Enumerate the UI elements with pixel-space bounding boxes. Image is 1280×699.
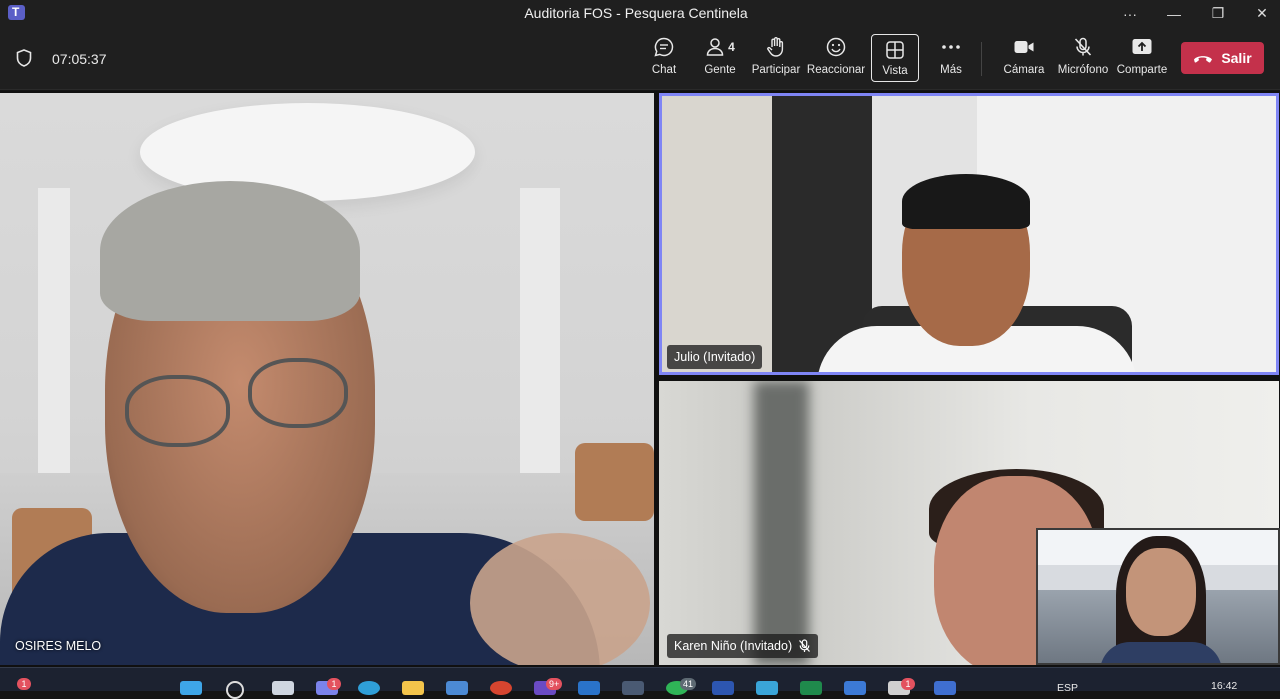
app-icon[interactable] xyxy=(712,681,734,695)
taskbar-badge: 1 xyxy=(327,678,341,690)
edge-icon[interactable] xyxy=(358,681,380,695)
task-view-icon[interactable] xyxy=(272,681,294,695)
camera-label: Cámara xyxy=(1003,64,1045,76)
chrome-icon[interactable] xyxy=(490,681,512,695)
restore-button[interactable]: ❐ xyxy=(1196,0,1240,27)
video-stage: OSIRES MELO Julio (Invitado) Karen Niño … xyxy=(0,91,1280,667)
participant-hair xyxy=(100,181,360,321)
meeting-toolbar: 07:05:37 Chat 4 Gente Participar Reaccio… xyxy=(0,27,1280,90)
chat-icon xyxy=(653,33,675,61)
people-button[interactable]: 4 Gente xyxy=(700,33,740,83)
leave-label: Salir xyxy=(1221,50,1252,66)
people-count: 4 xyxy=(728,40,735,54)
app-icon[interactable] xyxy=(844,681,866,695)
taskbar-badge: 9+ xyxy=(546,678,563,690)
raise-hand-icon xyxy=(765,33,787,61)
chat-label: Chat xyxy=(651,64,677,76)
chat-button[interactable]: Chat xyxy=(646,33,682,83)
toolbar-divider xyxy=(981,42,982,76)
share-button[interactable]: Comparte xyxy=(1116,33,1168,83)
windows-taskbar: 1 1 9+ 41 1 ESP 16:42 xyxy=(0,667,1280,699)
window-more-button[interactable]: ··· xyxy=(1108,0,1152,27)
participant-name-label: Karen Niño (Invitado) xyxy=(674,639,793,653)
close-window-button[interactable]: ✕ xyxy=(1240,0,1280,27)
windows-start-icon[interactable] xyxy=(180,681,202,695)
more-label: Más xyxy=(940,64,962,76)
video-tile-osires[interactable]: OSIRES MELO xyxy=(0,93,654,665)
view-button[interactable]: Vista xyxy=(871,34,919,82)
self-face xyxy=(1126,548,1196,636)
background-door xyxy=(662,96,772,372)
outlook-icon[interactable] xyxy=(578,681,600,695)
camera-icon xyxy=(1013,33,1035,61)
background-sofa xyxy=(575,443,654,521)
people-label: Gente xyxy=(704,64,736,76)
meeting-timer: 07:05:37 xyxy=(52,51,107,67)
shield-icon[interactable] xyxy=(16,49,32,67)
camera-button[interactable]: Cámara xyxy=(1002,33,1046,83)
taskbar-badge: 1 xyxy=(17,678,31,690)
taskbar-badge: 41 xyxy=(680,678,697,690)
excel-icon[interactable] xyxy=(800,681,822,695)
minimize-button[interactable]: — xyxy=(1152,0,1196,27)
view-label: Vista xyxy=(882,65,908,77)
glasses-lens-right xyxy=(248,358,348,428)
people-icon: 4 xyxy=(705,33,735,61)
video-tile-julio[interactable]: Julio (Invitado) xyxy=(659,93,1279,375)
file-explorer-icon[interactable] xyxy=(402,681,424,695)
react-button[interactable]: Reaccionar xyxy=(807,33,865,83)
mic-label: Micrófono xyxy=(1057,64,1109,76)
app-icon[interactable] xyxy=(622,681,644,695)
raise-hand-label: Participar xyxy=(751,64,801,76)
leave-button[interactable]: Salir xyxy=(1181,42,1264,74)
store-icon[interactable] xyxy=(446,681,468,695)
mic-muted-icon xyxy=(799,639,811,652)
background-blurred-object xyxy=(754,381,809,665)
system-clock[interactable]: 16:42 xyxy=(1211,680,1237,692)
more-dots-icon xyxy=(941,33,961,61)
view-grid-icon xyxy=(885,37,905,63)
participant-hand xyxy=(470,533,650,665)
title-bar: Auditoria FOS - Pesquera Centinela ··· —… xyxy=(0,0,1280,27)
self-body xyxy=(1100,642,1222,663)
participant-name-label: OSIRES MELO xyxy=(15,639,102,653)
smiley-icon xyxy=(825,33,847,61)
app-icon[interactable] xyxy=(934,681,956,695)
calendar-icon[interactable] xyxy=(756,681,778,695)
share-screen-icon xyxy=(1131,33,1153,61)
keyboard-language[interactable]: ESP xyxy=(1057,682,1078,694)
mic-off-icon xyxy=(1072,33,1094,61)
microphone-button[interactable]: Micrófono xyxy=(1055,33,1111,83)
participant-hair xyxy=(902,174,1030,229)
taskbar-badge: 1 xyxy=(901,678,915,690)
share-label: Comparte xyxy=(1116,64,1168,76)
search-icon[interactable] xyxy=(226,681,244,699)
self-view-tile[interactable] xyxy=(1036,528,1280,665)
react-label: Reaccionar xyxy=(806,64,866,76)
glasses-lens-left xyxy=(125,375,230,447)
participant-name-chip: Karen Niño (Invitado) xyxy=(667,634,819,658)
window-title: Auditoria FOS - Pesquera Centinela xyxy=(524,5,748,21)
phone-hangup-icon xyxy=(1194,56,1213,63)
participant-name-label: Julio (Invitado) xyxy=(667,345,763,369)
more-button[interactable]: Más xyxy=(935,33,967,83)
raise-hand-button[interactable]: Participar xyxy=(751,33,801,83)
